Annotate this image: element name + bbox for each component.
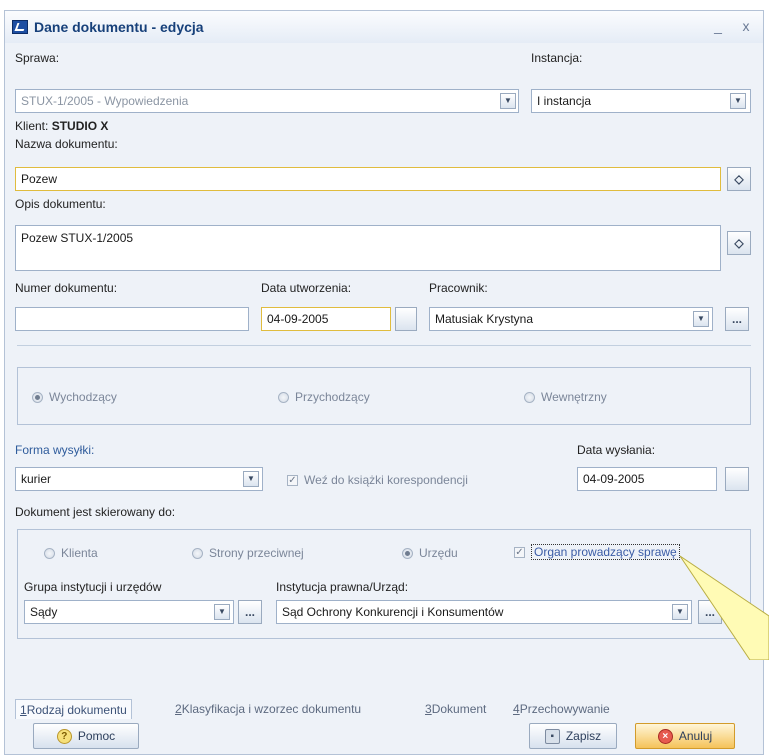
grupa-label: Grupa instytucji i urzędów <box>24 580 162 594</box>
pracownik-dropdown-icon[interactable]: ▼ <box>693 311 709 327</box>
radio-strony-przeciwnej[interactable]: Strony przeciwnej <box>192 546 304 560</box>
recipient-group: Klienta Strony przeciwnej Urzędu ✓ Organ… <box>17 529 751 639</box>
window-title: Dane dokumentu - edycja <box>34 19 204 35</box>
tab-rodzaj-dokumentu[interactable]: 1Rodzaj dokumentu <box>15 699 132 719</box>
tab-key: 4 <box>513 702 520 716</box>
dialog-window: Dane dokumentu - edycja _ x Sprawa: STUX… <box>4 10 764 755</box>
instancja-combo[interactable]: I instancja <box>531 89 751 113</box>
help-button-label: Pomoc <box>77 729 116 743</box>
minimize-button[interactable]: _ <box>709 17 727 35</box>
data-wyslania-calendar-button[interactable] <box>725 467 749 491</box>
radio-label: Urzędu <box>419 546 458 560</box>
data-wyslania-input[interactable]: 04-09-2005 <box>577 467 717 491</box>
radio-wychodzacy[interactable]: Wychodzący <box>32 390 117 404</box>
tooltip-callout <box>680 555 769 660</box>
skierowany-label: Dokument jest skierowany do: <box>15 505 176 519</box>
pracownik-more-button[interactable]: ... <box>725 307 749 331</box>
pracownik-label: Pracownik: <box>429 281 488 295</box>
radio-label: Wychodzący <box>49 390 117 404</box>
radio-label: Klienta <box>61 546 98 560</box>
forma-wysylki-combo[interactable]: kurier <box>15 467 263 491</box>
save-button-label: Zapisz <box>565 729 602 743</box>
cancel-button-label: Anuluj <box>678 729 713 743</box>
help-button[interactable]: ? Pomoc <box>33 723 139 749</box>
instancja-value: I instancja <box>537 94 592 108</box>
forma-wysylki-label: Forma wysyłki: <box>15 443 95 457</box>
instancja-dropdown-icon[interactable]: ▼ <box>730 93 746 109</box>
tab-key: 2 <box>175 702 182 716</box>
nazwa-lookup-icon[interactable]: ◇ <box>727 167 751 191</box>
sprawa-value: STUX-1/2005 - Wypowiedzenia <box>21 94 189 108</box>
radio-dot-icon <box>402 547 413 559</box>
checkbox-check-icon: ✓ <box>514 546 525 558</box>
tab-klasyfikacja[interactable]: 2Klasyfikacja i wzorzec dokumentu <box>175 699 361 719</box>
wez-checkbox-label: Weź do książki korespondencji <box>304 473 468 487</box>
instytucja-label: Instytucja prawna/Urząd: <box>276 580 409 594</box>
separator <box>17 345 751 346</box>
opis-lookup-icon[interactable]: ◇ <box>727 231 751 255</box>
direction-group: Wychodzący Przychodzący Wewnętrzny <box>17 367 751 425</box>
nazwa-input[interactable]: Pozew <box>15 167 721 191</box>
grupa-combo[interactable]: Sądy <box>24 600 234 624</box>
pracownik-value: Matusiak Krystyna <box>435 312 534 326</box>
opis-textarea[interactable]: Pozew STUX-1/2005 <box>15 225 721 271</box>
radio-dot-icon <box>524 391 535 403</box>
radio-dot-icon <box>192 547 203 559</box>
save-button[interactable]: ▪ Zapisz <box>529 723 617 749</box>
opis-label: Opis dokumentu: <box>15 197 106 211</box>
app-icon <box>12 20 28 34</box>
data-utworzenia-calendar-button[interactable] <box>395 307 417 331</box>
cancel-icon: × <box>657 728 673 744</box>
grupa-more-button[interactable]: ... <box>238 600 262 624</box>
tab-key: 1 <box>20 703 27 717</box>
radio-label: Przychodzący <box>295 390 370 404</box>
instytucja-combo[interactable]: Sąd Ochrony Konkurencji i Konsumentów <box>276 600 692 624</box>
instancja-label: Instancja: <box>531 51 583 65</box>
tab-label: Klasyfikacja i wzorzec dokumentu <box>181 702 362 716</box>
title-bar[interactable]: Dane dokumentu - edycja _ x <box>5 11 763 43</box>
tab-dokument[interactable]: 3Dokument <box>425 699 486 719</box>
nazwa-label: Nazwa dokumentu: <box>15 137 118 151</box>
tab-przechowywanie[interactable]: 4Przechowywanie <box>513 699 610 719</box>
forma-wysylki-dropdown-icon[interactable]: ▼ <box>243 471 259 487</box>
sprawa-combo[interactable]: STUX-1/2005 - Wypowiedzenia <box>15 89 519 113</box>
tab-strip: 1Rodzaj dokumentu 2Klasyfikacja i wzorze… <box>5 699 763 719</box>
cancel-button[interactable]: × Anuluj <box>635 723 735 749</box>
instytucja-value: Sąd Ochrony Konkurencji i Konsumentów <box>282 605 504 619</box>
data-utworzenia-label: Data utworzenia: <box>261 281 352 295</box>
help-icon: ? <box>56 728 72 744</box>
wez-checkbox[interactable]: ✓ Weź do książki korespondencji <box>287 473 468 487</box>
radio-przychodzacy[interactable]: Przychodzący <box>278 390 370 404</box>
close-button[interactable]: x <box>737 17 755 35</box>
sprawa-label: Sprawa: <box>15 51 60 65</box>
tab-label: Przechowywanie <box>519 702 610 716</box>
grupa-dropdown-icon[interactable]: ▼ <box>214 604 230 620</box>
klient-row: Klient: STUDIO X <box>15 119 108 133</box>
radio-dot-icon <box>32 391 43 403</box>
organ-checkbox[interactable]: ✓ Organ prowadzący sprawę <box>514 544 680 560</box>
tab-key: 3 <box>425 702 432 716</box>
klient-label: Klient: <box>15 119 49 133</box>
radio-klienta[interactable]: Klienta <box>44 546 98 560</box>
grupa-value: Sądy <box>30 605 58 619</box>
numer-input[interactable] <box>15 307 249 331</box>
data-utworzenia-input[interactable]: 04-09-2005 <box>261 307 391 331</box>
radio-dot-icon <box>278 391 289 403</box>
radio-wewnetrzny[interactable]: Wewnętrzny <box>524 390 607 404</box>
radio-label: Wewnętrzny <box>541 390 607 404</box>
tab-label: Dokument <box>431 702 487 716</box>
tab-label: Rodzaj dokumentu <box>26 703 127 717</box>
radio-label: Strony przeciwnej <box>209 546 304 560</box>
forma-wysylki-value: kurier <box>21 472 52 486</box>
radio-urzedu[interactable]: Urzędu <box>402 546 458 560</box>
data-wyslania-label: Data wysłania: <box>577 443 656 457</box>
floppy-icon: ▪ <box>544 728 560 744</box>
organ-checkbox-label: Organ prowadzący sprawę <box>531 544 680 560</box>
klient-value: STUDIO X <box>51 119 109 133</box>
checkbox-check-icon: ✓ <box>287 474 298 486</box>
pracownik-combo[interactable]: Matusiak Krystyna <box>429 307 713 331</box>
sprawa-dropdown-icon[interactable]: ▼ <box>500 93 516 109</box>
radio-dot-icon <box>44 547 55 559</box>
numer-label: Numer dokumentu: <box>15 281 118 295</box>
